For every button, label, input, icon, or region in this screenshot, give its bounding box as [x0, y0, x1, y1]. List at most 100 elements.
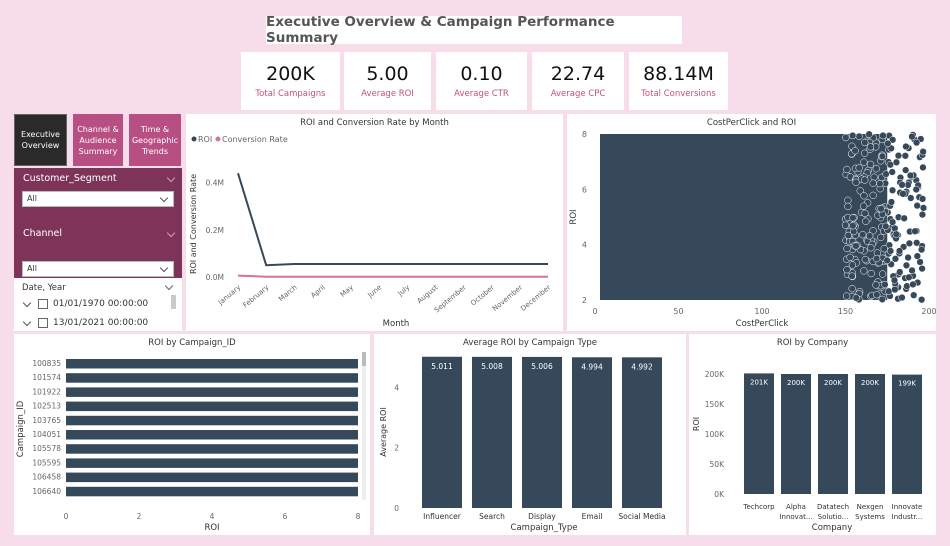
- y-tick-label: 0.4M: [206, 179, 224, 188]
- y-axis-title: Average ROI: [379, 407, 388, 457]
- scatter-point: [861, 209, 869, 218]
- scatter-point: [894, 151, 903, 160]
- y-axis-title: Campaign_ID: [16, 400, 26, 457]
- scatter-point: [918, 264, 926, 273]
- scatter-point: [866, 160, 875, 169]
- chevron-down-icon[interactable]: [164, 281, 174, 291]
- scatter-point: [872, 165, 880, 173]
- scatter-point: [861, 255, 870, 264]
- scatter-point: [878, 295, 886, 304]
- x-tick-label: Nexgen Systems: [855, 503, 885, 521]
- scrollbar-track[interactable]: [362, 352, 366, 500]
- y-tick-label: 8: [582, 130, 587, 139]
- scatter-point: [902, 261, 911, 269]
- bar: [622, 357, 662, 508]
- date-item[interactable]: 01/01/1970 00:00:00: [22, 298, 148, 309]
- kpi-value: 5.00: [366, 63, 409, 85]
- bar: [66, 415, 358, 426]
- data-label: 5.011: [431, 362, 453, 371]
- campaign-type-chart-panel: Average ROI by Campaign Type Average ROI…: [374, 334, 686, 535]
- scatter-point: [881, 280, 889, 289]
- x-tick-label: 200: [921, 307, 936, 316]
- page-title: Executive Overview & Campaign Performanc…: [266, 14, 682, 46]
- scatter-point: [886, 161, 894, 169]
- bar: [572, 357, 612, 508]
- date-item-label: 13/01/2021 00:00:00: [53, 318, 149, 328]
- x-tick-label: Email: [582, 512, 603, 521]
- y-tick-label: 106458: [32, 473, 61, 482]
- checkbox[interactable]: [38, 318, 48, 328]
- scatter-point: [913, 239, 921, 247]
- kpi-value: 22.74: [550, 63, 606, 85]
- y-tick-label: 2: [394, 444, 399, 453]
- scatter-point: [865, 130, 873, 138]
- expand-icon[interactable]: [22, 298, 32, 307]
- scatter-point: [919, 204, 928, 212]
- slicer-label-channel: Channel: [23, 228, 63, 239]
- scrollbar-thumb[interactable]: [362, 352, 366, 366]
- y-tick-label: 4: [582, 241, 587, 250]
- data-label: 200K: [824, 379, 842, 387]
- nav-executive-overview-button[interactable]: Executive Overview: [14, 114, 67, 166]
- bar: [66, 387, 358, 397]
- scatter-point: [892, 158, 901, 166]
- chevron-down-icon[interactable]: [166, 173, 176, 183]
- nav-channel-audience-button[interactable]: Channel & Audience Summary: [73, 114, 123, 166]
- bar: [66, 486, 358, 497]
- chevron-down-icon[interactable]: [166, 228, 176, 238]
- company-chart-panel: ROI by Company ROI Company 0K 50K 100K 150K…: [689, 334, 936, 535]
- scatter-point: [880, 245, 888, 253]
- x-tick-label: Search: [479, 512, 505, 521]
- scatter-point: [909, 280, 917, 289]
- bar: [892, 374, 922, 494]
- scrollbar[interactable]: [171, 295, 176, 309]
- legend-label: Conversion Rate: [222, 135, 288, 144]
- y-tick-label: 104051: [32, 430, 61, 439]
- scatter-point: [912, 185, 920, 194]
- scatter-point: [905, 239, 914, 248]
- scatter-point: [904, 253, 912, 262]
- scatter-point: [883, 256, 891, 265]
- x-tick-label: 0: [64, 512, 69, 521]
- date-item[interactable]: 13/01/2021 00:00:00: [22, 317, 149, 328]
- data-label: 200K: [787, 379, 805, 387]
- kpi-label: Average ROI: [361, 89, 414, 99]
- y-tick-label: 6: [582, 185, 587, 194]
- kpi-label: Average CPC: [550, 89, 606, 99]
- scatter-point: [911, 227, 919, 235]
- series-line-conversion-rate: [237, 274, 548, 278]
- nav-time-geographic-button[interactable]: Time & Geographic Trends: [129, 114, 181, 166]
- bar: [781, 374, 811, 494]
- data-label: 4.992: [631, 362, 653, 371]
- y-tick-label: 2: [582, 296, 587, 305]
- scatter-point: [848, 261, 857, 269]
- segment-dropdown[interactable]: All: [22, 191, 174, 207]
- scatter-point: [860, 267, 868, 275]
- expand-icon[interactable]: [22, 317, 32, 326]
- scatter-point: [916, 258, 924, 266]
- campaign-type-bar-chart: Average ROI Campaign_Type 0 2 4 5.011 Influe…: [379, 356, 666, 533]
- y-tick-label: 0.0M: [206, 273, 224, 282]
- x-tick-label: 50: [673, 307, 683, 316]
- y-tick-label: 105578: [32, 444, 61, 453]
- x-tick-label: August: [416, 283, 440, 305]
- scatter-point: [843, 266, 851, 274]
- y-tick-label: 105595: [32, 458, 61, 467]
- scatter-point: [843, 165, 851, 174]
- bar: [66, 458, 358, 468]
- x-tick-label: January: [216, 283, 242, 307]
- data-label: 5.006: [531, 362, 553, 371]
- kpi-average-roi: 5.00 Average ROI: [344, 52, 431, 110]
- scatter-point: [906, 171, 915, 180]
- checkbox[interactable]: [38, 299, 48, 309]
- scatter-point: [877, 233, 885, 242]
- scatter-point: [872, 254, 881, 263]
- kpi-average-cpc: 22.74 Average CPC: [532, 52, 624, 110]
- scatter-point: [913, 201, 921, 210]
- channel-dropdown[interactable]: All: [22, 261, 174, 277]
- data-label: 199K: [898, 380, 916, 388]
- bar: [472, 356, 512, 508]
- scatter-point: [884, 139, 892, 148]
- x-axis-title: Month: [383, 319, 410, 329]
- scatter-point: [888, 186, 897, 194]
